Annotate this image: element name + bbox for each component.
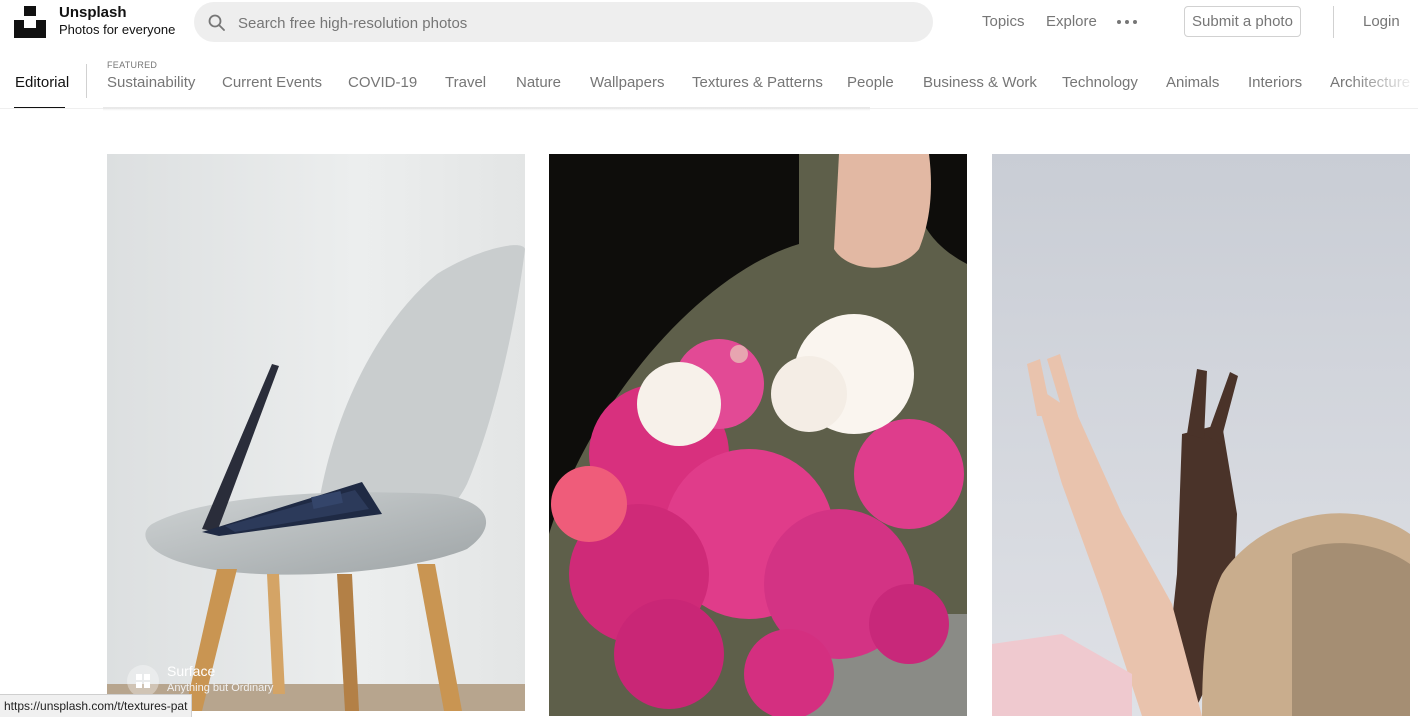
photo-peonies [549,154,967,716]
topic-nature[interactable]: Nature [516,74,561,91]
sponsor-badge[interactable]: Surface Anything but Ordinary [127,663,387,697]
topic-divider [86,64,87,98]
top-header: Unsplash Photos for everyone Topics Expl… [0,0,1418,44]
topic-nav: Editorial FEATURED Sustainability Curren… [0,56,1418,110]
search-icon[interactable] [208,14,225,31]
search-input[interactable] [236,2,920,44]
topic-textures-patterns[interactable]: Textures & Patterns [692,74,823,91]
topic-interiors[interactable]: Interiors [1248,74,1302,91]
unsplash-logo[interactable] [14,6,46,38]
submit-photo-button[interactable]: Submit a photo [1184,6,1301,37]
featured-label: FEATURED [107,60,158,70]
topic-technology[interactable]: Technology [1062,74,1138,91]
browser-status-url: https://unsplash.com/t/textures-pat [0,694,193,717]
header-divider [1333,6,1334,38]
windows-logo-icon [136,674,150,688]
photo-laptop-chair [107,154,525,711]
nav-explore-link[interactable]: Explore [1046,13,1097,30]
photo-card-laptop-chair[interactable]: Surface Anything but Ordinary [107,154,525,711]
photo-peace-signs [992,154,1410,716]
topic-wallpapers[interactable]: Wallpapers [590,74,664,91]
sponsor-tagline: Anything but Ordinary [167,682,274,694]
topic-business-work[interactable]: Business & Work [923,74,1037,91]
photo-card-peace-signs[interactable] [992,154,1410,716]
brand-tagline: Photos for everyone [59,22,176,37]
sponsor-avatar [127,665,159,697]
topic-animals[interactable]: Animals [1166,74,1219,91]
brand[interactable]: Unsplash Photos for everyone [59,4,175,38]
topic-travel[interactable]: Travel [445,74,486,91]
search-bar[interactable] [194,2,933,44]
topic-sustainability[interactable]: Sustainability [107,74,195,91]
nav-topics-link[interactable]: Topics [982,13,1025,30]
photo-card-peonies[interactable] [549,154,967,716]
sponsor-name: Surface [167,663,216,679]
brand-name: Unsplash [59,4,127,21]
more-dots-icon[interactable] [1116,12,1138,32]
topic-people[interactable]: People [847,74,894,91]
topic-covid-19[interactable]: COVID-19 [348,74,417,91]
login-link[interactable]: Login [1363,13,1400,30]
nav-shadow [103,107,870,111]
topic-current-events[interactable]: Current Events [222,74,322,91]
tab-editorial[interactable]: Editorial [15,74,69,91]
topic-scroll-fade [1348,66,1418,106]
